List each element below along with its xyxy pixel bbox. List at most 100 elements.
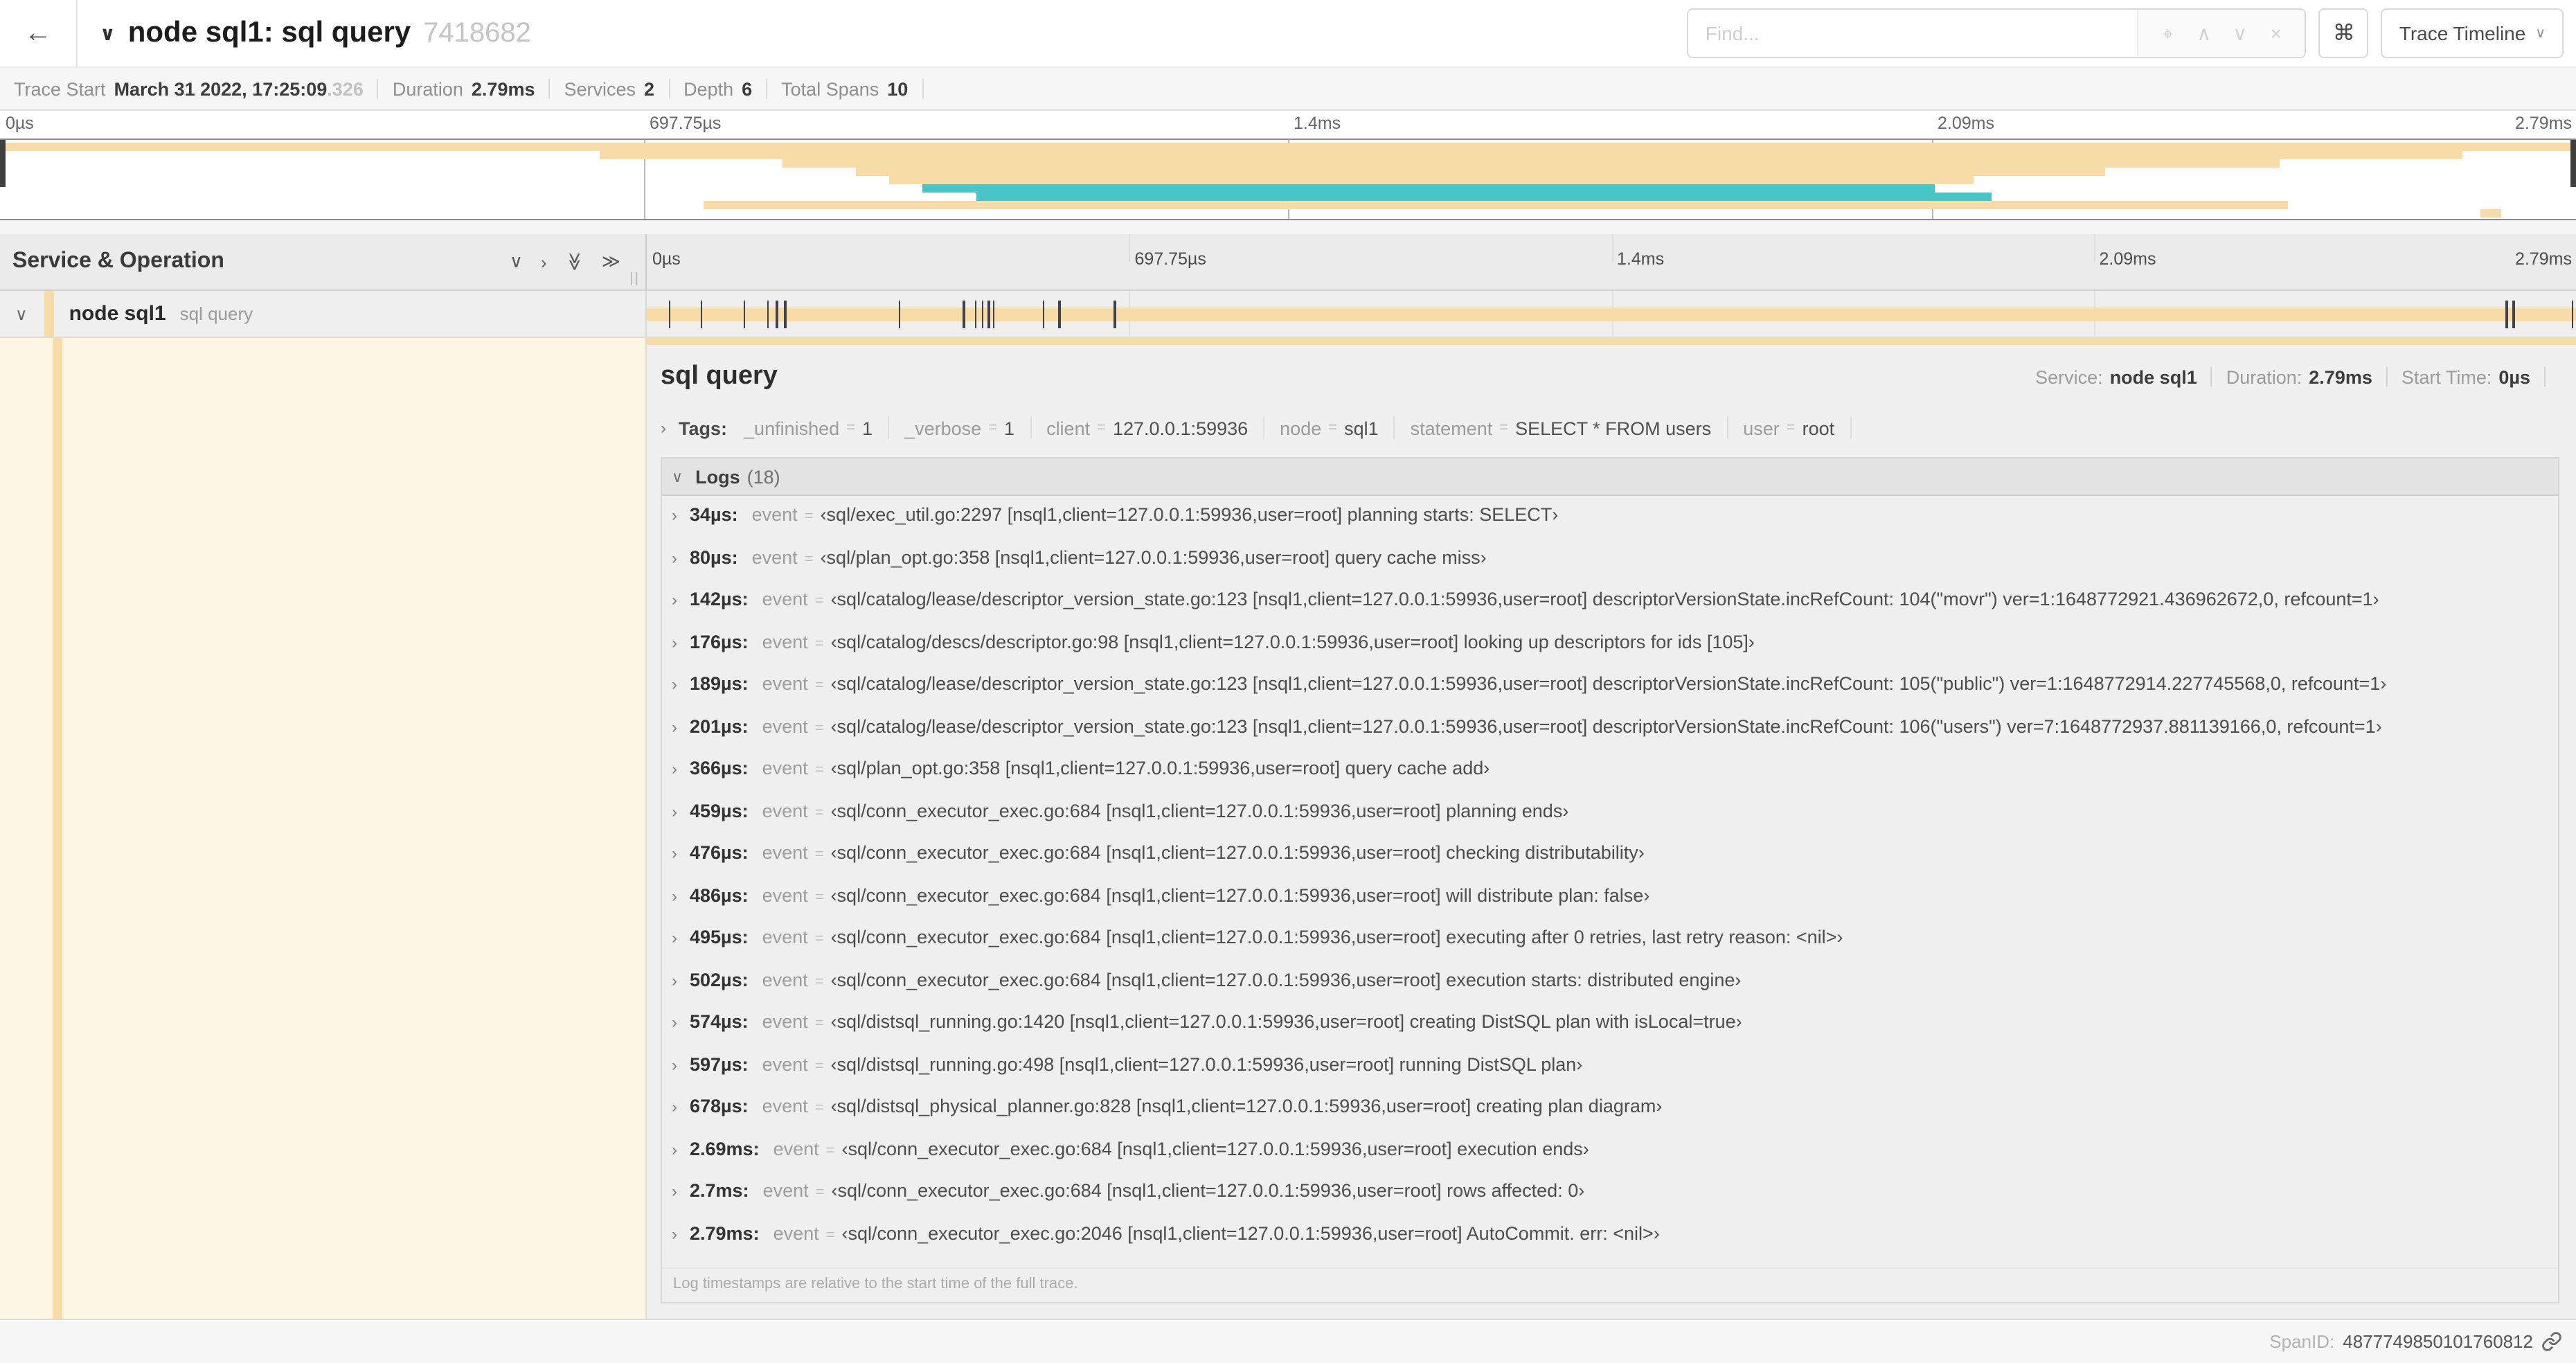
log-entry[interactable]: › 476µs: event = ‹sql/conn_executor_exec…: [662, 842, 2558, 884]
tag-key: _unfinished: [744, 418, 840, 438]
ruler-tick-label: 697.75µs: [1134, 249, 1206, 269]
header-controls: ⌖∧∨× ⌘ Trace Timeline ∨: [1687, 8, 2576, 58]
expand-all-icon[interactable]: ≫: [602, 251, 620, 273]
log-event-marker[interactable]: [668, 301, 671, 328]
trace-title-group[interactable]: ∨ node sql1: sql query 7418682: [78, 17, 531, 50]
chevron-right-icon: ›: [672, 844, 677, 863]
log-event-marker[interactable]: [784, 301, 787, 328]
keyboard-shortcuts-button[interactable]: ⌘: [2318, 8, 2369, 58]
log-entry[interactable]: › 142µs: event = ‹sql/catalog/lease/desc…: [662, 589, 2558, 631]
log-event-marker[interactable]: [1042, 301, 1045, 328]
log-timestamp: 2.79ms:: [690, 1222, 760, 1243]
span-row-name-cell[interactable]: ∨ node sql1 sql query: [0, 291, 647, 337]
chevron-down-icon[interactable]: ∨: [100, 22, 116, 46]
log-field-name: event: [762, 884, 808, 905]
minimap-drag-handle-left[interactable]: [0, 140, 6, 187]
log-field-value: ‹sql/conn_executor_exec.go:684 [nsql1,cl…: [841, 1138, 1589, 1159]
log-entry[interactable]: › 2.69ms: event = ‹sql/conn_executor_exe…: [662, 1138, 2558, 1180]
equals-sign: =: [1328, 420, 1338, 436]
log-event-marker[interactable]: [1058, 301, 1061, 328]
log-entry[interactable]: › 678µs: event = ‹sql/distsql_physical_p…: [662, 1096, 2558, 1138]
find-nav-icon[interactable]: ×: [2258, 22, 2294, 44]
log-event-marker[interactable]: [776, 301, 778, 328]
view-selector-button[interactable]: Trace Timeline ∨: [2381, 8, 2564, 58]
log-field-name: event: [762, 800, 808, 821]
log-entry[interactable]: › 459µs: event = ‹sql/conn_executor_exec…: [662, 800, 2558, 842]
expand-one-icon[interactable]: ›: [541, 251, 547, 272]
log-entry[interactable]: › 34µs: event = ‹sql/exec_util.go:2297 […: [662, 504, 2558, 546]
chevron-right-icon: ›: [672, 548, 677, 567]
log-entry[interactable]: › 80µs: event = ‹sql/plan_opt.go:358 [ns…: [662, 546, 2558, 589]
log-field-name: event: [762, 969, 808, 990]
equals-sign: =: [814, 593, 824, 609]
chevron-down-icon[interactable]: ∨: [0, 304, 44, 323]
log-timestamp: 502µs:: [690, 969, 749, 990]
back-button[interactable]: ←: [0, 0, 78, 66]
span-row-timeline-cell[interactable]: [647, 291, 2576, 337]
log-entry[interactable]: › 189µs: event = ‹sql/catalog/lease/desc…: [662, 673, 2558, 715]
find-group: ⌖∧∨×: [1687, 8, 2307, 58]
chevron-right-icon: ›: [672, 1055, 677, 1074]
logs-header[interactable]: ∨ Logs (18): [662, 458, 2558, 496]
log-event-marker[interactable]: [700, 301, 703, 328]
link-icon[interactable]: [2541, 1331, 2562, 1352]
chevron-right-icon: ›: [672, 632, 677, 652]
log-entry[interactable]: › 2.79ms: event = ‹sql/conn_executor_exe…: [662, 1222, 2558, 1265]
minimap-span-bar: [976, 193, 1992, 201]
log-entry[interactable]: › 366µs: event = ‹sql/plan_opt.go:358 [n…: [662, 758, 2558, 800]
tags-accordion[interactable]: › Tags: _unfinished = 1 _verbose = 1 cli…: [661, 410, 2559, 446]
log-entry[interactable]: › 495µs: event = ‹sql/conn_executor_exec…: [662, 927, 2558, 969]
equals-sign: =: [1786, 420, 1796, 436]
logs-accordion: ∨ Logs (18) › 34µs: event = ‹sql/exec_ut…: [661, 457, 2559, 1303]
log-timestamp: 201µs:: [690, 715, 749, 736]
minimap-drag-handle-right[interactable]: [2570, 140, 2576, 187]
ruler-tick-label: 1.4ms: [1294, 114, 1341, 133]
log-field-name: event: [762, 758, 808, 778]
span-meta-value: 0µs: [2498, 366, 2530, 387]
minimap-ruler: 0µs 697.75µs 1.4ms 2.09ms 2.79ms: [0, 111, 2576, 139]
equals-sign: =: [814, 973, 824, 990]
span-duration-bar[interactable]: [647, 308, 2576, 321]
find-input[interactable]: [1688, 10, 2138, 57]
log-event-marker[interactable]: [767, 301, 769, 328]
log-event-marker[interactable]: [974, 301, 977, 328]
timeline-ruler: 0µs 697.75µs 1.4ms 2.09ms 2.79ms: [647, 234, 2576, 269]
span-detail-footer: SpanID: 4877749850101760812: [0, 1319, 2576, 1363]
find-nav-icon[interactable]: ∧: [2186, 21, 2222, 45]
log-event-marker[interactable]: [2505, 301, 2508, 328]
log-event-marker[interactable]: [963, 301, 965, 328]
span-row[interactable]: ∨ node sql1 sql query: [0, 291, 2576, 338]
minimap-canvas[interactable]: [0, 139, 2576, 220]
log-entry[interactable]: › 486µs: event = ‹sql/conn_executor_exec…: [662, 884, 2558, 927]
log-event-marker[interactable]: [2571, 301, 2574, 328]
equals-sign: =: [825, 1227, 835, 1243]
summary-value: 2: [644, 78, 655, 99]
log-event-marker[interactable]: [1113, 301, 1116, 328]
log-event-marker[interactable]: [992, 301, 995, 328]
log-event-marker[interactable]: [743, 301, 746, 328]
log-entry[interactable]: › 2.7ms: event = ‹sql/conn_executor_exec…: [662, 1180, 2558, 1222]
find-nav-icon[interactable]: ⌖: [2150, 21, 2186, 45]
minimap-span-bar: [600, 151, 2463, 159]
log-entry[interactable]: › 201µs: event = ‹sql/catalog/lease/desc…: [662, 715, 2558, 758]
log-entry[interactable]: › 574µs: event = ‹sql/distsql_running.go…: [662, 1011, 2558, 1053]
log-field-value: ‹sql/plan_opt.go:358 [nsql1,client=127.0…: [820, 546, 1487, 567]
column-resize-handle[interactable]: ||: [630, 271, 640, 287]
collapse-all-icon[interactable]: ≫: [563, 252, 585, 271]
log-field-name: event: [751, 504, 798, 525]
back-arrow-icon: ←: [24, 17, 52, 48]
ruler-tick-label: 697.75µs: [650, 114, 722, 133]
log-event-marker[interactable]: [898, 301, 901, 328]
tag-item: _verbose = 1: [904, 417, 1046, 439]
log-field-value: ‹sql/exec_util.go:2297 [nsql1,client=127…: [820, 504, 1559, 525]
equals-sign: =: [814, 635, 824, 652]
log-entry[interactable]: › 597µs: event = ‹sql/distsql_running.go…: [662, 1053, 2558, 1096]
log-event-marker[interactable]: [2512, 301, 2514, 328]
command-icon: ⌘: [2332, 22, 2355, 46]
find-nav-icon[interactable]: ∨: [2222, 21, 2258, 45]
log-event-marker[interactable]: [987, 301, 990, 328]
log-event-marker[interactable]: [981, 301, 984, 328]
log-entry[interactable]: › 176µs: event = ‹sql/catalog/descs/desc…: [662, 631, 2558, 673]
collapse-one-icon[interactable]: ∨: [510, 251, 523, 273]
log-entry[interactable]: › 502µs: event = ‹sql/conn_executor_exec…: [662, 969, 2558, 1011]
